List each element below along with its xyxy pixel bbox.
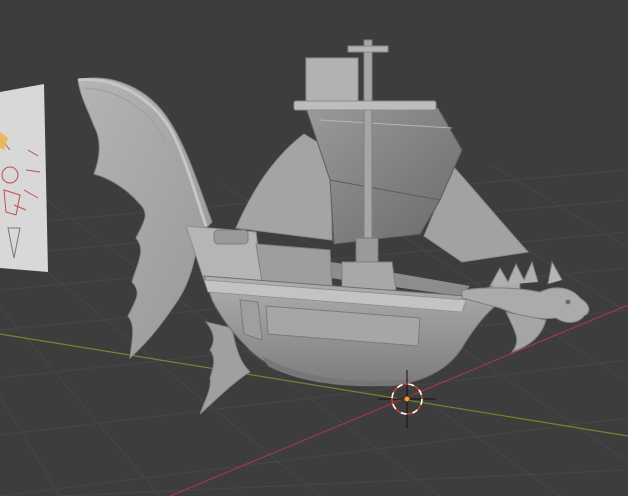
viewport-canvas[interactable] (0, 0, 628, 496)
reference-sketch-plane[interactable] (0, 84, 48, 272)
left-sail[interactable] (235, 133, 333, 241)
rear-wing-fin[interactable] (77, 77, 213, 360)
3d-viewport[interactable] (0, 0, 628, 496)
object-origin-icon (403, 395, 411, 403)
